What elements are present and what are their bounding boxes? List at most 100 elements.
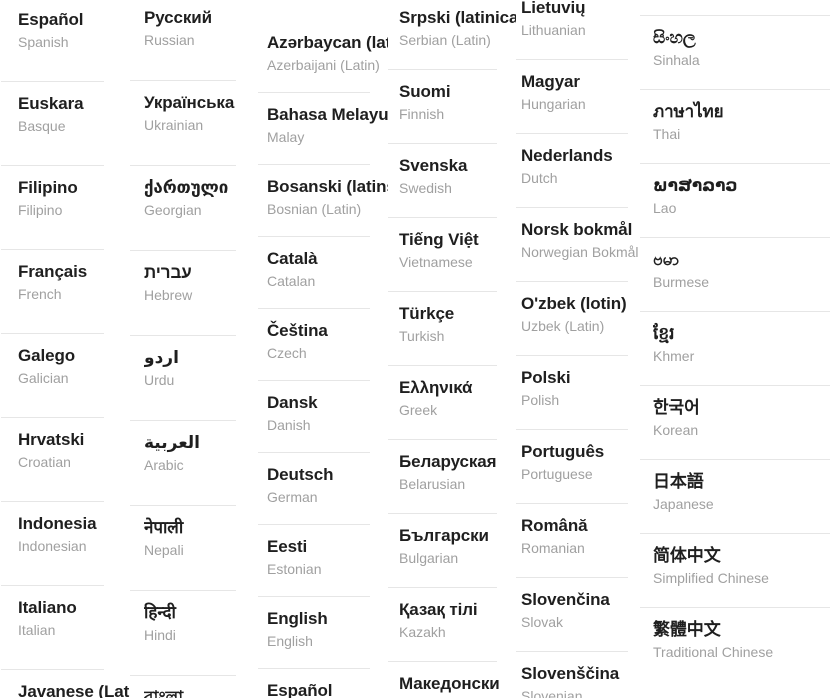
language-option[interactable]: Türkçe Turkish — [388, 292, 516, 366]
language-option[interactable]: 繁體中文 Traditional Chinese — [640, 608, 830, 682]
language-english-name: Arabic — [144, 457, 184, 473]
language-native-name: 简体中文 — [653, 546, 721, 565]
language-english-name: Catalan — [267, 273, 316, 289]
language-english-name: Bosnian (Latin) — [267, 201, 362, 217]
language-english-name: Polish — [521, 392, 560, 408]
language-option[interactable]: Català Catalan — [258, 237, 388, 309]
language-column-scroll-content[interactable]: বাংলাBengali සිංහල Sinhala ภาษาไทย Thai ພາສາລ… — [640, 0, 830, 682]
language-native-name: Norsk bokmål — [521, 220, 633, 239]
language-option[interactable]: עברית Hebrew — [130, 251, 258, 336]
language-native-name: Bosanski (latinski) — [267, 177, 388, 196]
language-native-name: Slovenčina — [521, 590, 610, 609]
language-option[interactable]: Javanese (Latin)Javanese (Latin) — [0, 670, 130, 698]
language-option[interactable]: Русский Russian — [130, 0, 258, 81]
language-option[interactable]: Беларуская Belarusian — [388, 440, 516, 514]
language-option[interactable]: Português Portuguese — [516, 430, 640, 504]
language-option[interactable]: বাংলাBengali — [130, 676, 258, 698]
language-native-name: Беларуская — [399, 452, 497, 471]
language-option[interactable]: Tiếng Việt Vietnamese — [388, 218, 516, 292]
language-native-name: Македонски — [399, 674, 500, 693]
language-english-name: Filipino — [18, 202, 63, 218]
language-option[interactable]: বাংলাBengali — [640, 0, 830, 16]
language-option[interactable]: Srpski (latinica) Serbian (Latin) — [388, 0, 516, 70]
language-column-scroll-content[interactable]: Lietuvių Lithuanian Magyar Hungarian Nederla… — [516, 0, 640, 698]
language-option[interactable]: اردو Urdu — [130, 336, 258, 421]
language-option[interactable]: Hrvatski Croatian — [0, 418, 130, 502]
language-option[interactable]: Svenska Swedish — [388, 144, 516, 218]
language-native-name: ქართული — [144, 178, 229, 197]
language-option[interactable]: Italiano Italian — [0, 586, 130, 670]
language-english-name: Romanian — [521, 540, 585, 556]
language-option[interactable]: Deutsch German — [258, 453, 388, 525]
language-option[interactable]: Galego Galician — [0, 334, 130, 418]
language-option[interactable]: ภาษาไทย Thai — [640, 90, 830, 164]
language-option[interactable]: Suomi Finnish — [388, 70, 516, 144]
language-option[interactable]: Magyar Hungarian — [516, 60, 640, 134]
language-english-name: Kazakh — [399, 624, 446, 640]
language-option[interactable]: Română Romanian — [516, 504, 640, 578]
language-option[interactable]: Bosanski (latinski) Bosnian (Latin) — [258, 165, 388, 237]
language-option[interactable]: Қазақ тілі Kazakh — [388, 588, 516, 662]
language-option[interactable]: العربية Arabic — [130, 421, 258, 506]
language-native-name: Español — [18, 10, 84, 29]
language-english-name: Traditional Chinese — [653, 644, 774, 660]
language-option[interactable]: Slovenščina Slovenian — [516, 652, 640, 698]
language-column-scroll-content[interactable]: Русский Russian Українська Ukrainian ქართული… — [130, 0, 258, 698]
language-option[interactable]: 한국어 Korean — [640, 386, 830, 460]
language-column-scroll-content[interactable]: Español Spanish Euskara Basque Filipino Filip… — [0, 0, 130, 698]
language-native-name: नेपाली — [144, 518, 184, 537]
language-option[interactable]: Čeština Czech — [258, 309, 388, 381]
language-option[interactable]: ខ្មែរ Khmer — [640, 312, 830, 386]
language-option[interactable]: ဗမာ Burmese — [640, 238, 830, 312]
language-option[interactable]: नेपाली Nepali — [130, 506, 258, 591]
language-english-name: Indonesian — [18, 538, 87, 554]
language-option[interactable]: Euskara Basque — [0, 82, 130, 166]
language-option[interactable]: Indonesia Indonesian — [0, 502, 130, 586]
language-option[interactable]: ქართული Georgian — [130, 166, 258, 251]
language-option[interactable]: සිංහල Sinhala — [640, 16, 830, 90]
language-option[interactable]: Dansk Danish — [258, 381, 388, 453]
language-option[interactable]: Nederlands Dutch — [516, 134, 640, 208]
language-option[interactable]: Lietuvių Lithuanian — [516, 0, 640, 60]
language-column-5: Lietuvių Lithuanian Magyar Hungarian Nederla… — [516, 0, 640, 698]
language-option[interactable]: O'zbek (lotin) Uzbek (Latin) — [516, 282, 640, 356]
language-option[interactable]: Български Bulgarian — [388, 514, 516, 588]
language-english-name: Lithuanian — [521, 22, 586, 38]
language-english-name: Galician — [18, 370, 69, 386]
language-english-name: Bulgarian — [399, 550, 459, 566]
language-option[interactable]: 日本語 Japanese — [640, 460, 830, 534]
language-option[interactable]: Українська Ukrainian — [130, 81, 258, 166]
language-english-name: English — [267, 633, 313, 649]
language-option[interactable]: Filipino Filipino — [0, 166, 130, 250]
language-native-name: Azərbaycan (latın) — [267, 33, 388, 52]
language-option[interactable]: ພາສາລາວ Lao — [640, 164, 830, 238]
language-native-name: Français — [18, 262, 88, 281]
language-native-name: English — [267, 609, 328, 628]
language-option[interactable]: Slovenčina Slovak — [516, 578, 640, 652]
language-native-name: 繁體中文 — [653, 620, 721, 639]
language-option[interactable]: Français French — [0, 250, 130, 334]
language-english-name: Croatian — [18, 454, 71, 470]
language-option[interactable]: Bahasa Melayu Malay — [258, 93, 388, 165]
language-option[interactable]: Polski Polish — [516, 356, 640, 430]
language-option[interactable]: हिन्दी Hindi — [130, 591, 258, 676]
language-english-name: Azerbaijani (Latin) — [267, 57, 380, 73]
language-english-name: Simplified Chinese — [653, 570, 769, 586]
language-native-name: Русский — [144, 8, 212, 27]
language-column-scroll-content[interactable]: Azərbaycan (latın) Azerbaijani (Latin) Bah… — [258, 21, 388, 698]
language-option[interactable]: EspañolSpanish — [0, 0, 130, 82]
language-option[interactable]: Azərbaycan (latın) Azerbaijani (Latin) — [258, 21, 388, 93]
language-native-name: العربية — [144, 433, 201, 452]
language-option[interactable]: Norsk bokmål Norwegian Bokmål — [516, 208, 640, 282]
language-column-scroll-content[interactable]: Srpski (latinica) Serbian (Latin) Suomi Fin… — [388, 0, 516, 698]
language-option[interactable]: Ελληνικά Greek — [388, 366, 516, 440]
language-native-name: עברית — [144, 263, 192, 282]
language-english-name: Georgian — [144, 202, 202, 218]
language-option[interactable]: 简体中文 Simplified Chinese — [640, 534, 830, 608]
language-option[interactable]: EspañolSpanish — [258, 669, 388, 698]
language-native-name: Magyar — [521, 72, 580, 91]
language-native-name: Galego — [18, 346, 76, 365]
language-option[interactable]: English English — [258, 597, 388, 669]
language-option[interactable]: МакедонскиMacedonian — [388, 662, 516, 698]
language-option[interactable]: Eesti Estonian — [258, 525, 388, 597]
